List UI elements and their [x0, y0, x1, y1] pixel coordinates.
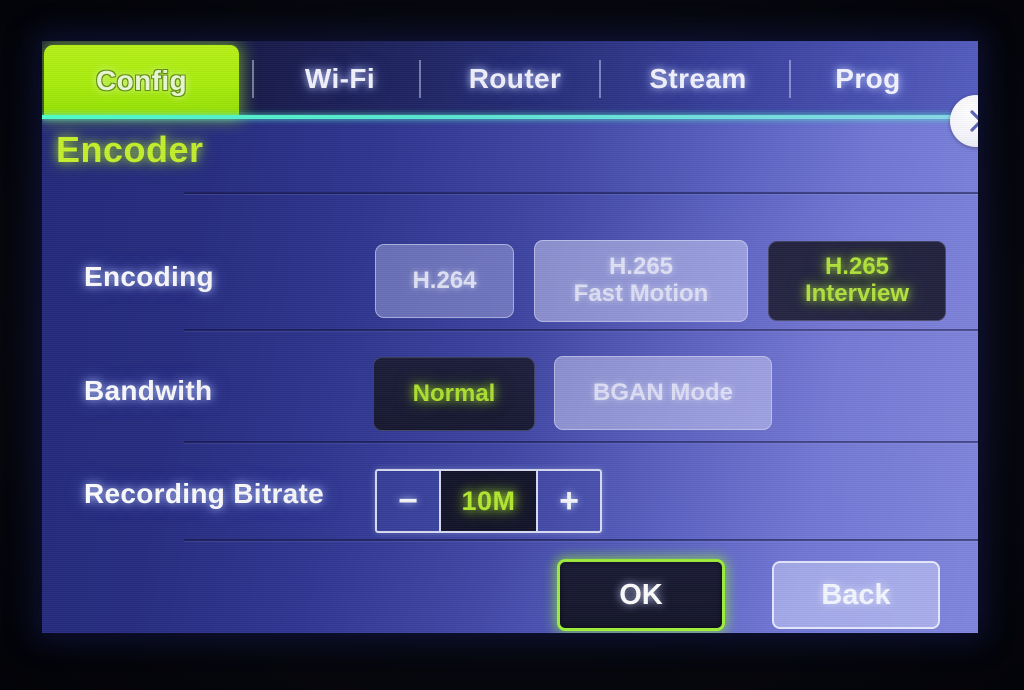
- row-label-bandwith: Bandwith: [84, 375, 213, 406]
- bitrate-decrement-button[interactable]: −: [377, 471, 441, 531]
- row-divider: [184, 539, 978, 541]
- encoding-option-h265-fast-motion[interactable]: H.265 Fast Motion: [534, 240, 748, 322]
- tab-router[interactable]: Router: [428, 41, 602, 117]
- back-button[interactable]: Back: [772, 561, 940, 629]
- encoding-option-h264-label: H.264: [412, 266, 477, 294]
- encoding-option-h265-fast-motion-line1: H.265: [608, 253, 674, 281]
- page-title: Encoder: [56, 129, 204, 170]
- tab-wifi[interactable]: Wi-Fi: [260, 41, 420, 117]
- tab-prog[interactable]: Prog: [798, 41, 938, 117]
- row-label-recording-bitrate: Recording Bitrate: [84, 478, 325, 509]
- lcd-screen: Config Wi-Fi Router Stream Prog Encoder …: [42, 41, 978, 633]
- tab-separator: [789, 60, 791, 98]
- encoding-option-h265-interview[interactable]: H.265 Interview: [768, 241, 946, 321]
- row-divider: [184, 329, 978, 331]
- bandwith-option-normal[interactable]: Normal: [373, 357, 535, 431]
- bandwith-option-normal-label: Normal: [412, 379, 496, 407]
- encoding-option-h265-fast-motion-line2: Fast Motion: [573, 280, 709, 307]
- bandwith-option-bgan-mode[interactable]: BGAN Mode: [554, 356, 772, 430]
- tab-stream[interactable]: Stream: [608, 41, 788, 117]
- tab-stream-label: Stream: [649, 63, 747, 94]
- encoding-option-h265-interview-line1: H.265: [824, 253, 890, 281]
- ok-button-label: OK: [619, 578, 663, 611]
- row-divider: [184, 192, 978, 194]
- tab-config-label: Config: [95, 65, 188, 96]
- back-button-label: Back: [821, 578, 891, 611]
- tab-config[interactable]: Config: [44, 45, 239, 117]
- encoding-option-h264[interactable]: H.264: [375, 244, 514, 318]
- tab-separator: [599, 60, 601, 98]
- tab-wifi-label: Wi-Fi: [304, 63, 376, 94]
- tab-underline: [42, 115, 978, 119]
- bitrate-increment-button[interactable]: +: [536, 471, 600, 531]
- tab-bar: Config Wi-Fi Router Stream Prog: [42, 41, 978, 117]
- tab-router-label: Router: [468, 63, 562, 94]
- tab-separator: [252, 60, 254, 98]
- bitrate-value: 10M: [441, 471, 536, 531]
- encoding-option-h265-interview-line2: Interview: [804, 280, 910, 307]
- device-bezel: Config Wi-Fi Router Stream Prog Encoder …: [0, 0, 1024, 690]
- tab-prog-label: Prog: [835, 63, 901, 94]
- ok-button[interactable]: OK: [557, 559, 725, 631]
- tab-separator: [419, 60, 421, 98]
- row-label-encoding: Encoding: [84, 261, 214, 292]
- recording-bitrate-stepper[interactable]: − 10M +: [375, 469, 602, 533]
- bandwith-option-bgan-mode-label: BGAN Mode: [593, 378, 733, 406]
- row-divider: [184, 441, 978, 443]
